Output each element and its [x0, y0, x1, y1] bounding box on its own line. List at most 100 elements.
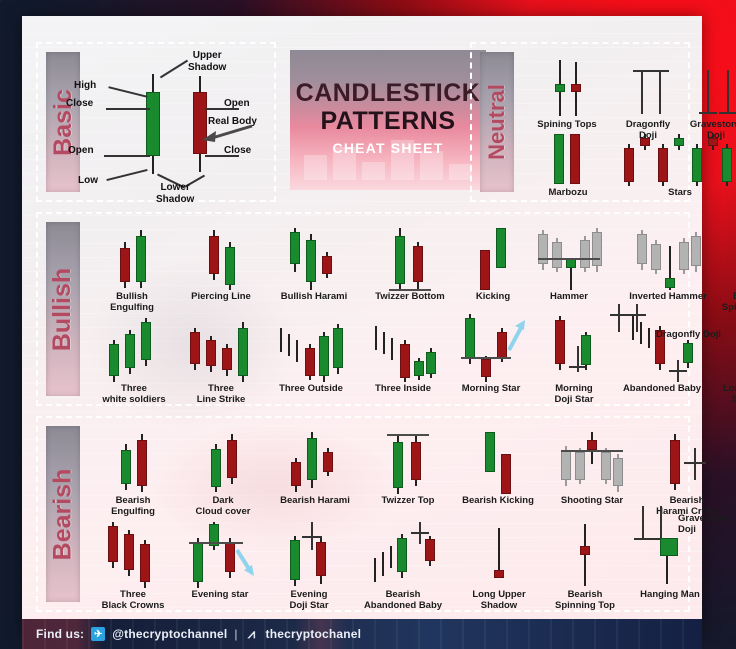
- label-open-right: Open: [224, 98, 250, 109]
- footer-find-us-label: Find us:: [36, 627, 85, 641]
- basic-green-candle: [146, 74, 160, 174]
- label-real-body: Real Body: [208, 116, 257, 127]
- title-line2: PATTERNS: [320, 107, 456, 136]
- pattern-piercing-line: Piercing Line: [178, 228, 264, 303]
- pattern-evening-doji-star: Evening Doji Star: [270, 522, 348, 611]
- footer-web-handle[interactable]: thecryptochanel: [266, 627, 362, 641]
- pattern-twizzer-top: Twizzer Top: [368, 432, 448, 507]
- pattern-caption: Marbozu: [548, 187, 588, 198]
- pattern-three-line-strike: Three Line Strike: [178, 318, 264, 405]
- pattern-inverted-hammer: Inverted Hammer: [618, 228, 718, 303]
- pattern-evening-star: Evening star: [178, 522, 262, 601]
- basic-diagram: Upper Shadow High Close Open Low Open Cl…: [38, 44, 274, 205]
- label-low: Low: [78, 175, 98, 186]
- w-icon[interactable]: ⩘: [245, 626, 259, 641]
- pattern-caption: Hanging Man: [640, 589, 700, 600]
- pattern-long-lower-shadow: Long Lower Shadow: [710, 314, 736, 405]
- pattern-three-black-crowns: Three Black Crowns: [90, 522, 176, 611]
- pattern-morning-star: Morning Star: [448, 314, 534, 395]
- pattern-caption: Hammer: [549, 291, 589, 302]
- pattern-caption: Spining Tops: [537, 119, 597, 130]
- pattern-caption: Three Inside: [375, 383, 431, 394]
- pattern-caption: Evening Doji Star: [289, 589, 329, 611]
- pattern-morning-doji-star: Morning Doji Star: [536, 314, 612, 405]
- pattern-dark-cloud-cover: Dark Cloud cover: [180, 432, 266, 517]
- footer-separator: |: [234, 627, 238, 641]
- pattern-caption: Twizzer Top: [381, 495, 435, 506]
- pattern-three-outside: Three Outside: [266, 318, 356, 395]
- pattern-caption: Inverted Hammer: [629, 291, 707, 302]
- leader-high: [108, 86, 148, 98]
- pattern-caption: Three Outside: [279, 383, 343, 394]
- label-lower-shadow: Lower Shadow: [156, 182, 195, 205]
- neutral-patterns: Spining Tops Dragonfly Doji Gravestone D…: [472, 44, 736, 200]
- pattern-bearish-engulfing: Bearish Engulfing: [92, 432, 174, 517]
- pattern-marbozu: Marbozu: [528, 134, 608, 199]
- pattern-caption: Morning Doji Star: [554, 383, 594, 405]
- up-arrow-icon: [507, 320, 525, 351]
- pattern-stars: Stars: [610, 134, 736, 199]
- pattern-bearish-harami-cross: Bearish Harami Cross: [642, 432, 732, 517]
- pattern-caption: Long Upper Shadow: [472, 589, 526, 611]
- pattern-three-inside: Three Inside: [360, 318, 446, 395]
- pattern-caption: Abandoned Baby: [622, 383, 702, 394]
- leader-low: [106, 168, 148, 182]
- label-close-left: Close: [66, 98, 94, 109]
- pattern-caption: Twizzer Bottom: [375, 291, 445, 302]
- pattern-bearish-spinning-top: Bearish Spinning Top: [542, 522, 628, 611]
- pattern-caption: Dragonfly Doji: [656, 329, 721, 340]
- pattern-bullish-spining-top: Bullish Spining Top: [710, 228, 736, 313]
- panel-basic: Basic Upper Shadow High Close Open Low O…: [36, 42, 276, 205]
- pattern-caption: Bullish Harami: [280, 291, 348, 302]
- pattern-dragonfly-doji: Dragonfly Doji: [614, 66, 682, 141]
- pattern-caption: Bearish Spinning Top: [555, 589, 615, 611]
- pattern-caption: Three white soldiers: [102, 383, 166, 405]
- pattern-caption: Shooting Star: [560, 495, 624, 506]
- pattern-three-white-soldiers: Three white soldiers: [90, 318, 178, 405]
- leader-close-left: [106, 108, 150, 110]
- pattern-bearish-harami: Bearish Harami: [270, 432, 360, 507]
- label-upper-shadow: Upper Shadow: [188, 50, 227, 73]
- pattern-caption: Piercing Line: [191, 291, 251, 302]
- pattern-caption: Stars: [668, 187, 692, 198]
- pattern-caption: Bearish Abandoned Baby: [363, 589, 443, 611]
- bearish-patterns: Bearish Engulfing Dark Cloud cover Beari…: [38, 418, 730, 611]
- pattern-caption: Bearish Kicking: [462, 495, 534, 506]
- title-block: CANDLESTICK PATTERNS CHEAT SHEET: [290, 50, 486, 190]
- pattern-caption: Three Black Crowns: [101, 589, 165, 611]
- leader-open-left: [104, 155, 150, 157]
- pattern-caption: Long Lower Shadow: [723, 383, 736, 405]
- pattern-caption: Bullish Spining Top: [721, 291, 736, 313]
- panel-bullish: Bullish Bullish Engulfing Piercing Line: [36, 212, 736, 406]
- pattern-kicking: Kicking: [462, 228, 524, 303]
- label-high: High: [74, 80, 97, 91]
- footer-telegram-handle[interactable]: @thecryptochannel: [112, 627, 227, 641]
- footer-bar: Find us: ✈ @thecryptochannel | ⩘ thecryp…: [22, 619, 702, 649]
- pattern-caption: Kicking: [475, 291, 511, 302]
- pattern-hanging-man: Hanging Man: [628, 522, 712, 601]
- pattern-long-upper-shadow: Long Upper Shadow: [458, 522, 540, 611]
- pattern-caption: Morning Star: [461, 383, 521, 394]
- pattern-caption: Bearish Engulfing: [111, 495, 155, 517]
- telegram-icon[interactable]: ✈: [91, 627, 106, 641]
- pattern-caption: Three Line Strike: [196, 383, 246, 405]
- pattern-bullish-harami: Bullish Harami: [270, 228, 358, 303]
- pattern-caption: Dark Cloud cover: [195, 495, 251, 517]
- pattern-shooting-star: Shooting Star: [548, 432, 636, 507]
- down-arrow-icon: [235, 548, 254, 576]
- pattern-spining-tops: Spining Tops: [524, 60, 610, 131]
- bullish-patterns: Bullish Engulfing Piercing Line Bullish …: [38, 214, 736, 405]
- title-line3: CHEAT SHEET: [332, 139, 444, 156]
- pattern-caption: Bullish Engulfing: [110, 291, 154, 313]
- title-line1: CANDLESTICK: [295, 79, 481, 108]
- leader-upper-shadow: [159, 59, 189, 79]
- panel-neutral: Neutral Spining Tops Dragonfly Doji Grav…: [470, 42, 736, 202]
- pattern-hammer: Hammer: [530, 228, 608, 303]
- panel-bearish: Bearish Bearish Engulfing Dark Cloud cov…: [36, 416, 730, 612]
- poster: Basic Upper Shadow High Close Open Low O…: [22, 16, 736, 636]
- pattern-twizzer-bottom: Twizzer Bottom: [364, 228, 456, 303]
- pattern-bearish-kicking: Bearish Kicking: [452, 432, 544, 507]
- pattern-caption: Evening star: [191, 589, 249, 600]
- pattern-bearish-abandoned-baby: Bearish Abandoned Baby: [354, 522, 452, 611]
- pattern-bullish-engulfing: Bullish Engulfing: [92, 228, 172, 313]
